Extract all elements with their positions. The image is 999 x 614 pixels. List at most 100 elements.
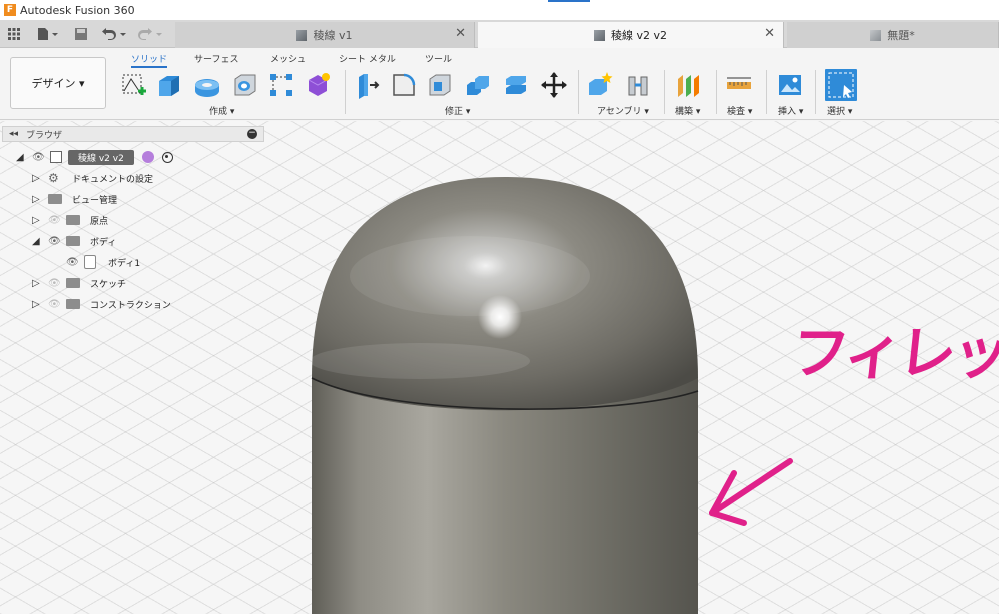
toolbar-separator (766, 70, 767, 114)
ribbon-tab-tools[interactable]: ツール (425, 52, 452, 65)
extrude-icon[interactable] (153, 69, 185, 101)
group-label-modify[interactable]: 修正 ▾ (445, 104, 470, 117)
visibility-eye-off-icon[interactable]: 👁 (48, 299, 62, 310)
create-sketch-icon[interactable] (117, 69, 149, 101)
component-icon (50, 151, 62, 163)
ribbon-tab-sheet-metal[interactable]: シート メタル (339, 52, 396, 65)
pattern-icon[interactable] (265, 69, 297, 101)
app-title: Autodesk Fusion 360 (20, 3, 135, 17)
visibility-eye-icon[interactable]: 👁 (32, 152, 46, 163)
document-cube-icon (296, 29, 308, 41)
group-label-select[interactable]: 選択 ▾ (827, 104, 852, 117)
toolbar-separator (664, 70, 665, 114)
viewport-canvas[interactable]: フィレット (0, 121, 999, 614)
group-label-create[interactable]: 作成 ▾ (209, 104, 234, 117)
activate-radio-icon[interactable] (161, 151, 173, 163)
close-icon[interactable]: ✕ (764, 26, 775, 41)
body-icon (84, 255, 96, 269)
browser-item-label: 原点 (90, 216, 109, 227)
shell-icon[interactable] (424, 69, 456, 101)
browser-item-sketches[interactable]: ▷ 👁 スケッチ (32, 274, 126, 292)
browser-item-label: ドキュメントの設定 (72, 174, 154, 185)
user-badge-icon (141, 151, 154, 163)
tab-label: 無題* (887, 29, 915, 42)
measure-icon[interactable] (723, 69, 755, 101)
collapsed-triangle-icon[interactable]: ▷ (32, 299, 42, 310)
tab-document-v1[interactable]: 稜線 v1 ✕ (175, 22, 475, 48)
folder-icon (66, 236, 80, 246)
visibility-eye-off-icon[interactable]: 👁 (48, 215, 62, 226)
file-menu-icon[interactable] (34, 20, 62, 48)
tab-document-untitled[interactable]: 無題* (787, 22, 999, 48)
document-tab-bar: 稜線 v1 ✕ 稜線 v2 v2 ✕ 無題* (0, 20, 999, 48)
root-component-label: 稜線 v2 v2 (68, 149, 134, 165)
group-label-construct[interactable]: 構築 ▾ (675, 104, 700, 117)
browser-item-construction[interactable]: ▷ 👁 コンストラクション (32, 295, 171, 313)
browser-item-label: ボディ1 (108, 258, 141, 269)
toolbar-separator (345, 70, 346, 114)
group-label-assemble[interactable]: アセンブリ ▾ (597, 104, 649, 117)
collapsed-triangle-icon[interactable]: ▷ (32, 278, 42, 289)
hole-icon[interactable] (229, 69, 261, 101)
annotation-arrow-icon (709, 458, 793, 526)
combine-icon[interactable] (462, 69, 494, 101)
create-form-icon[interactable] (303, 69, 335, 101)
browser-item-label: ビュー管理 (72, 195, 118, 206)
group-label-insert[interactable]: 挿入 ▾ (778, 104, 803, 117)
browser-item-document-settings[interactable]: ▷ ⚙ ドキュメントの設定 (32, 169, 153, 187)
collapsed-triangle-icon[interactable]: ▷ (32, 194, 42, 205)
folder-icon (48, 194, 62, 204)
collapsed-triangle-icon[interactable]: ▷ (32, 173, 42, 184)
undo-icon[interactable] (100, 20, 130, 48)
new-component-icon[interactable] (584, 69, 616, 101)
folder-icon (66, 215, 80, 225)
offset-plane-icon[interactable] (672, 69, 704, 101)
document-cube-icon (593, 29, 605, 41)
cylinder-body[interactable] (312, 378, 698, 614)
collapse-panel-icon[interactable]: ◂◂ (9, 129, 18, 139)
browser-item-body1[interactable]: 👁 ボディ1 (66, 253, 140, 271)
title-accent-bar (548, 0, 590, 2)
minimize-icon[interactable]: − (247, 129, 257, 139)
workspace-switcher-button[interactable]: デザイン ▾ (10, 57, 106, 109)
toolbar-separator (716, 70, 717, 114)
browser-title: ブラウザ (26, 130, 63, 141)
specular-highlight (478, 295, 522, 339)
visibility-eye-icon[interactable]: 👁 (48, 236, 62, 247)
browser-panel-header[interactable]: ◂◂ ブラウザ − (2, 126, 264, 142)
close-icon[interactable]: ✕ (455, 26, 466, 41)
expanded-triangle-icon[interactable]: ◢ (16, 152, 26, 163)
ribbon-toolbar: デザイン ▾ ソリッド サーフェス メッシュ シート メタル ツール 作成 ▾ … (0, 48, 999, 120)
tab-label: 稜線 v2 v2 (610, 29, 667, 42)
revolve-icon[interactable] (191, 69, 223, 101)
joint-icon[interactable] (622, 69, 654, 101)
browser-item-origin[interactable]: ▷ 👁 原点 (32, 211, 108, 229)
collapsed-triangle-icon[interactable]: ▷ (32, 215, 42, 226)
folder-icon (66, 299, 80, 309)
ribbon-tab-mesh[interactable]: メッシュ (270, 52, 306, 65)
tab-document-v2[interactable]: 稜線 v2 v2 ✕ (478, 22, 784, 48)
gear-icon: ⚙ (48, 171, 59, 185)
ribbon-tab-surface[interactable]: サーフェス (194, 52, 238, 65)
browser-item-label: ボディ (90, 237, 117, 248)
dome-reflection (350, 236, 590, 316)
split-body-icon[interactable] (500, 69, 532, 101)
browser-item-bodies[interactable]: ◢ 👁 ボディ (32, 232, 116, 250)
fillet-icon[interactable] (388, 69, 420, 101)
annotation-text: フィレット (787, 319, 999, 387)
visibility-eye-off-icon[interactable]: 👁 (48, 278, 62, 289)
visibility-eye-icon[interactable]: 👁 (66, 257, 80, 268)
browser-item-named-views[interactable]: ▷ ビュー管理 (32, 190, 117, 208)
browser-root-node[interactable]: ◢ 👁 稜線 v2 v2 (16, 148, 173, 166)
insert-image-icon[interactable] (774, 69, 806, 101)
select-icon[interactable] (825, 69, 857, 101)
browser-item-label: コンストラクション (90, 300, 171, 311)
expanded-triangle-icon[interactable]: ◢ (32, 236, 42, 247)
press-pull-icon[interactable] (352, 69, 384, 101)
group-label-inspect[interactable]: 検査 ▾ (727, 104, 752, 117)
ribbon-tab-solid[interactable]: ソリッド (131, 52, 168, 68)
save-icon[interactable] (72, 20, 90, 48)
data-panel-grid-icon[interactable] (4, 20, 24, 48)
move-icon[interactable] (538, 69, 570, 101)
redo-icon[interactable] (136, 20, 166, 48)
